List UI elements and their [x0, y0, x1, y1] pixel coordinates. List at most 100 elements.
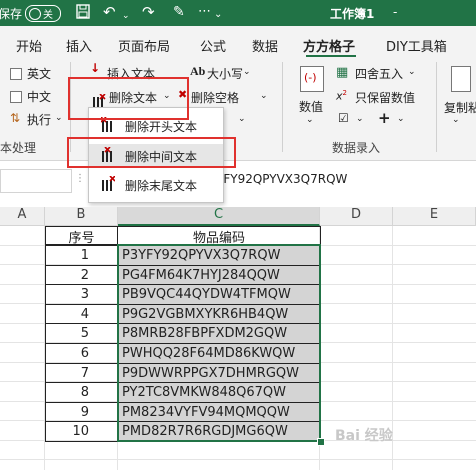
more-icon[interactable]: ⋯	[198, 4, 211, 20]
index-value: 7	[80, 365, 89, 381]
delete-spaces-button[interactable]: 删除空格	[191, 89, 239, 106]
delete-end-icon	[101, 175, 116, 192]
copy-paste-button[interactable]: 复制粘	[444, 99, 476, 116]
numeric-dropdown-icon[interactable]: ⌄	[306, 115, 314, 125]
formula-input[interactable]: YFY92QPYVX3Q7RQW	[216, 172, 347, 186]
column-header-e[interactable]: E	[393, 207, 476, 226]
index-value: 6	[80, 346, 89, 361]
selection-border	[117, 244, 321, 442]
gridline-h	[0, 459, 476, 460]
delete-spaces-dropdown-icon[interactable]: ⌄	[260, 91, 268, 101]
index-value: 4	[80, 306, 89, 322]
file-name: 工作簿1	[330, 7, 375, 21]
execute-button[interactable]: 执行	[27, 111, 51, 128]
format-painter-icon[interactable]: ✎	[173, 4, 185, 20]
menu-bar: 开始 插入 页面布局 公式 数据 方方格子 DIY工具箱	[0, 26, 476, 58]
index-value: 2	[80, 267, 89, 283]
index-value: 10	[72, 424, 89, 440]
column-header-b[interactable]: B	[45, 207, 118, 226]
menu-item-label: 删除开头文本	[125, 120, 198, 134]
index-value: 1	[80, 248, 89, 263]
more-dropdown-icon[interactable]: ⌄	[238, 114, 246, 124]
copy-paste-icon	[451, 66, 471, 92]
index-value: 3	[80, 287, 89, 303]
delete-text-highlight	[68, 77, 189, 120]
execute-icon[interactable]: ⇅	[10, 111, 20, 125]
chinese-checkbox[interactable]	[10, 91, 22, 103]
fill-handle[interactable]	[317, 438, 325, 446]
index-value: 5	[80, 326, 89, 342]
index-cell[interactable]: 9	[45, 401, 118, 423]
undo-dropdown-icon[interactable]: ⌄	[122, 8, 130, 24]
index-cell[interactable]: 4	[45, 303, 118, 325]
index-cell[interactable]: 10	[45, 421, 118, 442]
round-button[interactable]: 四舍五入	[355, 65, 403, 82]
save-icon[interactable]	[76, 4, 90, 22]
execute-dropdown-icon[interactable]: ⌄	[55, 113, 63, 123]
tab-insert[interactable]: 插入	[66, 36, 92, 55]
tab-home[interactable]: 开始	[16, 36, 42, 55]
menu-item-label: 删除末尾文本	[125, 179, 198, 193]
keep-value-button[interactable]: 只保留数值	[355, 89, 415, 106]
plus-button[interactable]: +	[378, 109, 391, 127]
autosave-toggle[interactable]: 关	[25, 5, 61, 22]
toggle-knob	[29, 8, 41, 20]
index-cell[interactable]: 8	[45, 382, 118, 403]
watermark: Bai 经验	[335, 428, 393, 444]
title-bar: 保存 关 ↶ ⌄ ↷ ✎ ⋯ ⌄ 工作簿1 -	[0, 0, 476, 26]
chinese-label: 中文	[27, 90, 52, 104]
toggle-state: 关	[43, 10, 53, 21]
index-cell[interactable]: 7	[45, 362, 118, 384]
column-label: E	[429, 207, 439, 222]
header-cell-code[interactable]: 物品编码	[117, 226, 321, 246]
header-label: 序号	[68, 231, 95, 246]
plus-dropdown-icon[interactable]: ⌄	[397, 114, 405, 124]
index-value: 8	[80, 385, 89, 401]
undo-icon[interactable]: ↶	[103, 4, 116, 20]
title-separator: -	[393, 5, 398, 19]
checklist-dropdown-icon[interactable]: ⌄	[356, 114, 364, 124]
index-cell[interactable]: 3	[45, 284, 118, 305]
tab-data[interactable]: 数据	[252, 36, 278, 55]
formula-bar-divider-icon: ⋮	[75, 173, 85, 184]
tab-diy-toolbox[interactable]: DIY工具箱	[386, 36, 447, 55]
column-header-d[interactable]: D	[320, 207, 393, 226]
insert-text-icon: ↓	[90, 61, 101, 75]
qat-dropdown-icon[interactable]: ⌄	[214, 7, 222, 23]
keep-value-icon: x2	[336, 89, 347, 103]
tab-page-layout[interactable]: 页面布局	[118, 36, 170, 55]
copy-paste-dropdown-icon[interactable]: ⌄	[452, 115, 460, 125]
column-header-a[interactable]: A	[0, 207, 45, 226]
column-label: D	[350, 207, 361, 222]
checklist-icon[interactable]: ☑	[338, 111, 349, 125]
round-icon: ▦	[336, 65, 349, 80]
index-cell[interactable]: 6	[45, 343, 118, 364]
group-divider	[436, 62, 437, 152]
round-dropdown-icon[interactable]: ⌄	[408, 67, 416, 77]
english-checkbox[interactable]	[10, 68, 22, 80]
index-cell[interactable]: 5	[45, 323, 118, 344]
sheet-area: A B C D E 序号 物品编码 1 P3YFY92QPYVX3Q7RQW 2 PG…	[0, 207, 476, 470]
autosave-label: 保存	[0, 7, 23, 21]
tab-formulas[interactable]: 公式	[200, 36, 226, 55]
case-icon: Ab	[190, 64, 206, 78]
tab-fangfang[interactable]: 方方格子	[303, 36, 355, 55]
menu-item-delete-end[interactable]: 删除末尾文本	[89, 173, 223, 197]
numeric-icon: (-)	[300, 66, 324, 92]
column-label: A	[17, 207, 27, 222]
name-box[interactable]	[0, 169, 72, 193]
group-divider	[282, 62, 283, 152]
case-dropdown-icon[interactable]: ⌄	[243, 67, 251, 77]
numeric-button[interactable]: 数值	[299, 98, 323, 115]
column-header-c[interactable]: C	[118, 207, 320, 226]
redo-icon[interactable]: ↷	[142, 4, 155, 20]
delete-middle-highlight	[67, 137, 236, 168]
text-group-label: 本处理	[0, 141, 37, 155]
index-value: 9	[80, 404, 89, 420]
index-cell[interactable]: 2	[45, 264, 118, 286]
index-cell[interactable]: 1	[45, 245, 118, 266]
header-cell-index[interactable]: 序号	[45, 226, 118, 246]
data-entry-group-label: 数据录入	[332, 141, 381, 155]
active-tab-indicator	[306, 55, 356, 57]
case-button[interactable]: 大小写	[207, 65, 243, 82]
